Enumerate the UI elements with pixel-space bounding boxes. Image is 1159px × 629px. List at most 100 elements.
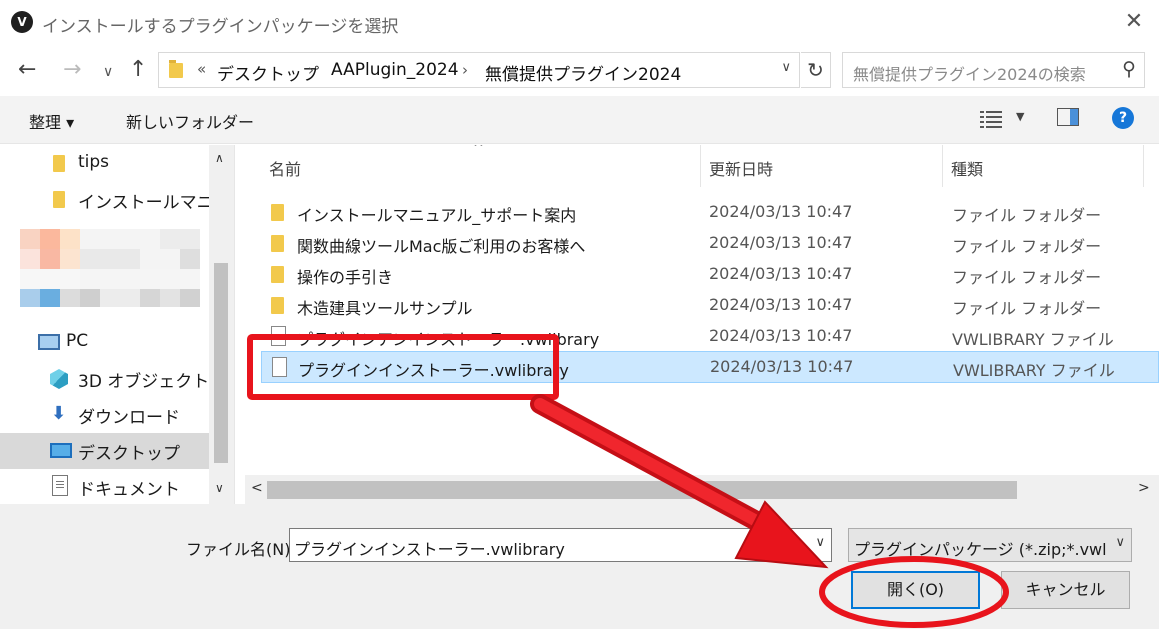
table-row[interactable]: プラグインアンインストーラー.vwlibrary 2024/03/13 10:4… [261, 321, 1159, 352]
close-icon[interactable]: ✕ [1121, 9, 1147, 35]
file-date: 2024/03/13 10:47 [709, 295, 853, 314]
column-header-label: 名前 [269, 160, 302, 179]
file-icon [272, 357, 287, 377]
file-list: ^ 名前 更新日時 種類 インストールマニュアル_サポート案内 2024/03/… [245, 145, 1159, 504]
search-input[interactable]: 無償提供プラグイン2024の検索 ⚲ [842, 52, 1145, 88]
folder-icon [271, 235, 284, 252]
chevron-down-icon[interactable]: ▼ [1016, 110, 1024, 123]
forward-arrow-icon[interactable]: → [63, 57, 81, 83]
file-icon [271, 326, 286, 346]
cancel-button[interactable]: キャンセル [1001, 571, 1130, 609]
sidebar-item-label: インストールマニュアル [78, 193, 210, 213]
app-logo-icon: V [11, 11, 33, 33]
file-name: 操作の手引き [297, 268, 394, 287]
file-name: 木造建具ツールサンプル [297, 299, 473, 318]
sidebar-item-install-manual[interactable]: インストールマニュアル [0, 182, 210, 218]
file-name: プラグインインストーラー.vwlibrary [298, 361, 569, 380]
breadcrumb-item[interactable]: デスクトップ [217, 60, 319, 85]
breadcrumb-item[interactable]: AAPlugin_2024 [331, 60, 459, 80]
file-type-filter-select[interactable]: プラグインパッケージ (*.zip;*.vwlibrary) ∨ [848, 528, 1132, 562]
breadcrumb-item[interactable]: 無償提供プラグイン2024 [485, 60, 681, 85]
column-header-name[interactable]: 名前 [245, 145, 700, 187]
sidebar-item-label: ダウンロード [78, 408, 180, 428]
sidebar-item-tips[interactable]: tips [0, 146, 210, 182]
sidebar-item-documents[interactable]: ドキュメント [0, 469, 210, 504]
folder-icon [271, 266, 284, 283]
address-bar[interactable]: « デスクトップ › AAPlugin_2024 › 無償提供プラグイン2024… [158, 52, 800, 88]
file-type: ファイル フォルダー [952, 206, 1102, 225]
sidebar-item-label: 3D オブジェクト [78, 372, 210, 392]
chevron-down-icon[interactable]: ∨ [781, 60, 791, 75]
sidebar-item-label: PC [66, 331, 89, 351]
navigation-bar: ← → ∨ ↑ « デスクトップ › AAPlugin_2024 › 無償提供プ… [0, 44, 1159, 96]
filename-label: ファイル名(N): [186, 540, 296, 559]
chevron-up-icon[interactable]: ∧ [215, 151, 224, 165]
breadcrumb-separator-icon[interactable]: › [308, 61, 314, 79]
filename-field[interactable]: プラグインインストーラー.vwlibrary ∨ [289, 528, 832, 562]
preview-pane-icon[interactable] [1057, 108, 1079, 126]
title-bar: V インストールするプラグインパッケージを選択 ✕ [0, 0, 1159, 44]
search-placeholder: 無償提供プラグイン2024の検索 [853, 65, 1086, 84]
view-options-icon[interactable] [980, 108, 1002, 128]
chevron-down-icon[interactable]: ∨ [215, 481, 224, 495]
recent-locations-chevron-icon[interactable]: ∨ [103, 59, 113, 85]
file-date: 2024/03/13 10:47 [710, 357, 854, 376]
search-icon[interactable]: ⚲ [1122, 58, 1136, 80]
breadcrumb-separator-icon[interactable]: › [462, 61, 468, 79]
chevron-left-icon[interactable]: < [251, 480, 263, 496]
documents-icon [52, 475, 68, 496]
up-arrow-icon[interactable]: ↑ [129, 57, 147, 83]
table-row[interactable]: インストールマニュアル_サポート案内 2024/03/13 10:47 ファイル… [261, 197, 1159, 228]
organize-button[interactable]: 整理 ▾ [29, 109, 74, 133]
column-header-label: 種類 [951, 160, 984, 179]
table-row-selected[interactable]: プラグインインストーラー.vwlibrary 2024/03/13 10:47 … [261, 351, 1159, 383]
file-type: VWLIBRARY ファイル [953, 361, 1115, 380]
file-date: 2024/03/13 10:47 [709, 264, 853, 283]
file-type: ファイル フォルダー [952, 299, 1102, 318]
open-button[interactable]: 開く(O) [851, 571, 980, 609]
sidebar-item-pc[interactable]: PC [0, 325, 210, 361]
sidebar-item-3d-objects[interactable]: 3D オブジェクト [0, 361, 210, 397]
sidebar-scrollbar[interactable]: ∧ ∨ [209, 145, 234, 504]
file-date: 2024/03/13 10:47 [709, 326, 853, 345]
3d-objects-icon [50, 369, 68, 389]
folder-icon [53, 155, 65, 172]
table-row[interactable]: 操作の手引き 2024/03/13 10:47 ファイル フォルダー [261, 259, 1159, 290]
file-date: 2024/03/13 10:47 [709, 202, 853, 221]
scrollbar-thumb[interactable] [267, 481, 1017, 499]
chevron-down-icon[interactable]: ∨ [1115, 535, 1125, 550]
pc-icon [38, 334, 60, 350]
window-title: インストールするプラグインパッケージを選択 [42, 17, 399, 37]
file-date: 2024/03/13 10:47 [709, 233, 853, 252]
file-type: ファイル フォルダー [952, 237, 1102, 256]
table-row[interactable]: 木造建具ツールサンプル 2024/03/13 10:47 ファイル フォルダー [261, 290, 1159, 321]
file-type: VWLIBRARY ファイル [952, 330, 1114, 349]
sidebar-item-desktop[interactable]: デスクトップ [0, 433, 210, 469]
folder-icon [53, 191, 65, 208]
folder-icon [271, 204, 284, 221]
table-row[interactable]: 関数曲線ツールMac版ご利用のお客様へ 2024/03/13 10:47 ファイ… [261, 228, 1159, 259]
filename-value: プラグインインストーラー.vwlibrary [294, 540, 565, 559]
help-icon[interactable]: ? [1112, 107, 1134, 129]
desktop-icon [50, 443, 72, 458]
file-name: プラグインアンインストーラー.vwlibrary [297, 330, 600, 349]
file-type: ファイル フォルダー [952, 268, 1102, 287]
sidebar-item-downloads[interactable]: ⬇ ダウンロード [0, 397, 210, 433]
sidebar-item-label: tips [78, 152, 110, 172]
column-divider[interactable] [1143, 145, 1144, 187]
chevron-right-icon[interactable]: > [1138, 480, 1150, 496]
horizontal-scrollbar[interactable]: < > [245, 475, 1159, 504]
file-type-filter-value: プラグインパッケージ (*.zip;*.vwlibrary) [854, 540, 1106, 559]
folder-icon [271, 297, 284, 314]
column-header-date[interactable]: 更新日時 [701, 145, 941, 187]
chevron-down-icon[interactable]: ∨ [815, 535, 825, 550]
new-folder-button[interactable]: 新しいフォルダー [126, 109, 254, 133]
download-icon: ⬇ [51, 403, 67, 424]
overflow-chevron-icon[interactable]: « [197, 60, 206, 78]
dialog-footer: ファイル名(N): プラグインインストーラー.vwlibrary ∨ プラグイン… [0, 504, 1159, 629]
file-name: インストールマニュアル_サポート案内 [297, 206, 577, 225]
back-arrow-icon[interactable]: ← [18, 57, 36, 83]
refresh-icon[interactable]: ↻ [801, 52, 831, 88]
column-header-type[interactable]: 種類 [943, 145, 1143, 187]
scrollbar-thumb[interactable] [214, 263, 228, 463]
